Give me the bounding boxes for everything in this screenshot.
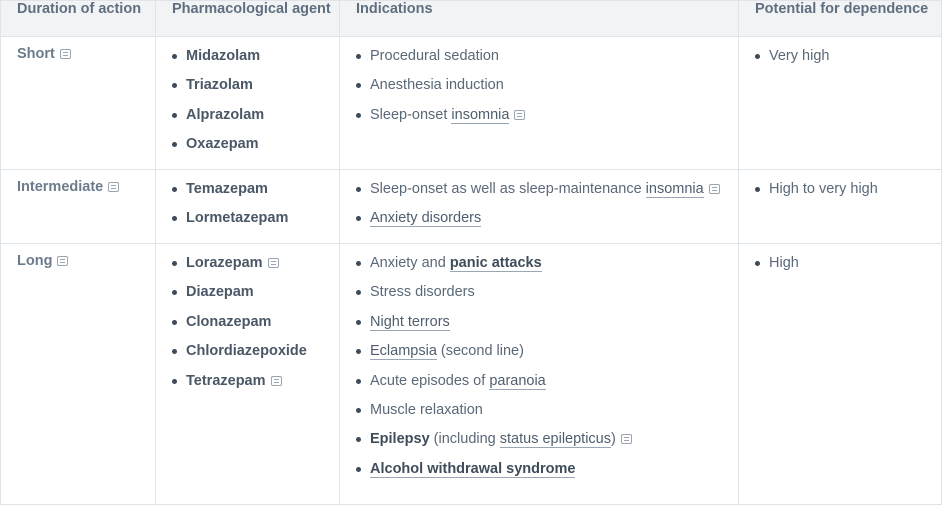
list-item: Sleep-onset insomnia xyxy=(356,105,738,125)
table-row: Intermediate Temazepam Lormetazepam Slee… xyxy=(0,169,942,244)
list-item: Night terrors xyxy=(356,312,738,332)
list-item: Anxiety and panic attacks xyxy=(356,253,738,273)
list-item: Diazepam xyxy=(172,282,339,302)
status-epilepticus-link[interactable]: status epilepticus xyxy=(499,431,611,449)
table-row: Short Midazolam Triazolam Alprazolam Oxa… xyxy=(0,36,942,170)
eclampsia-link[interactable]: Eclampsia xyxy=(370,343,437,361)
alcohol-withdrawal-link[interactable]: Alcohol withdrawal syndrome xyxy=(370,460,576,478)
header-indications: Indications xyxy=(339,0,739,37)
list-item: Stress disorders xyxy=(356,282,738,302)
list-item: Eclampsia (second line) xyxy=(356,341,738,361)
header-row: Duration of action Pharmacological agent… xyxy=(0,0,942,37)
list-item: Oxazepam xyxy=(172,134,339,154)
list-item: Procedural sedation xyxy=(356,46,738,66)
list-item: Anesthesia induction xyxy=(356,75,738,95)
list-item: Chlordiazepoxide xyxy=(172,341,339,361)
text: ) xyxy=(611,431,616,448)
anxiety-disorders-link[interactable]: Anxiety disorders xyxy=(370,210,482,228)
list-item: Very high xyxy=(755,46,941,66)
note-icon[interactable] xyxy=(708,184,720,194)
duration-cell: Long xyxy=(0,243,156,505)
benzodiazepine-table: Duration of action Pharmacological agent… xyxy=(0,0,942,505)
list-item: Temazepam xyxy=(172,179,339,199)
dependence-cell: Very high xyxy=(738,36,942,170)
table-row: Long Lorazepam Diazepam Clonazepam Chlor… xyxy=(0,243,942,505)
list-item: Lorazepam xyxy=(172,253,339,273)
header-duration: Duration of action xyxy=(0,0,156,37)
list-item: High xyxy=(755,253,941,273)
list-item: Alprazolam xyxy=(172,105,339,125)
list-item: Muscle relaxation xyxy=(356,400,738,420)
note-icon[interactable] xyxy=(57,256,69,266)
night-terrors-link[interactable]: Night terrors xyxy=(370,313,450,331)
duration-label: Long xyxy=(17,253,53,269)
paranoia-link[interactable]: paranoia xyxy=(489,372,546,390)
text: Epilepsy xyxy=(370,431,430,448)
indications-cell: Anxiety and panic attacks Stress disorde… xyxy=(339,243,739,505)
note-icon[interactable] xyxy=(267,258,279,268)
agent-cell: Lorazepam Diazepam Clonazepam Chlordiaze… xyxy=(155,243,340,505)
list-item: Midazolam xyxy=(172,46,339,66)
indications-cell: Sleep-onset as well as sleep-maintenance… xyxy=(339,169,739,244)
duration-label: Short xyxy=(17,46,55,62)
list-item: Alcohol withdrawal syndrome xyxy=(356,459,738,479)
list-item: High to very high xyxy=(755,179,941,199)
agent-cell: Midazolam Triazolam Alprazolam Oxazepam xyxy=(155,36,340,170)
list-item: Epilepsy (including status epilepticus) xyxy=(356,429,738,449)
text: (second line) xyxy=(436,343,524,360)
note-icon[interactable] xyxy=(514,109,526,120)
note-icon[interactable] xyxy=(270,375,282,386)
list-item: Tetrazepam xyxy=(172,371,339,391)
text: Sleep-onset as well as sleep-maintenance xyxy=(370,181,646,197)
dependence-cell: High xyxy=(738,243,942,505)
header-dependence: Potential for dependence xyxy=(738,0,942,37)
indications-cell: Procedural sedation Anesthesia induction… xyxy=(339,36,739,170)
duration-cell: Short xyxy=(0,36,156,170)
list-item: Lormetazepam xyxy=(172,208,339,228)
duration-label: Intermediate xyxy=(17,179,104,195)
insomnia-link[interactable]: insomnia xyxy=(645,181,704,198)
text: (including xyxy=(429,431,500,448)
list-item: Acute episodes of paranoia xyxy=(356,371,738,391)
text: Tetrazepam xyxy=(186,372,266,389)
note-icon[interactable] xyxy=(108,182,120,192)
header-agent: Pharmacological agent xyxy=(155,0,340,37)
list-item: Triazolam xyxy=(172,75,339,95)
list-item: Anxiety disorders xyxy=(356,208,738,228)
agent-cell: Temazepam Lormetazepam xyxy=(155,169,340,244)
insomnia-link[interactable]: insomnia xyxy=(451,106,510,124)
panic-attacks-link[interactable]: panic attacks xyxy=(449,255,542,272)
text: Acute episodes of xyxy=(370,372,490,389)
text: Anxiety and xyxy=(370,255,450,271)
dependence-cell: High to very high xyxy=(738,169,942,244)
duration-cell: Intermediate xyxy=(0,169,156,244)
note-icon[interactable] xyxy=(59,49,71,59)
list-item: Sleep-onset as well as sleep-maintenance… xyxy=(356,179,738,199)
text: Lorazepam xyxy=(186,255,263,271)
list-item: Clonazepam xyxy=(172,312,339,332)
note-icon[interactable] xyxy=(620,434,632,445)
text: Sleep-onset xyxy=(370,106,452,123)
